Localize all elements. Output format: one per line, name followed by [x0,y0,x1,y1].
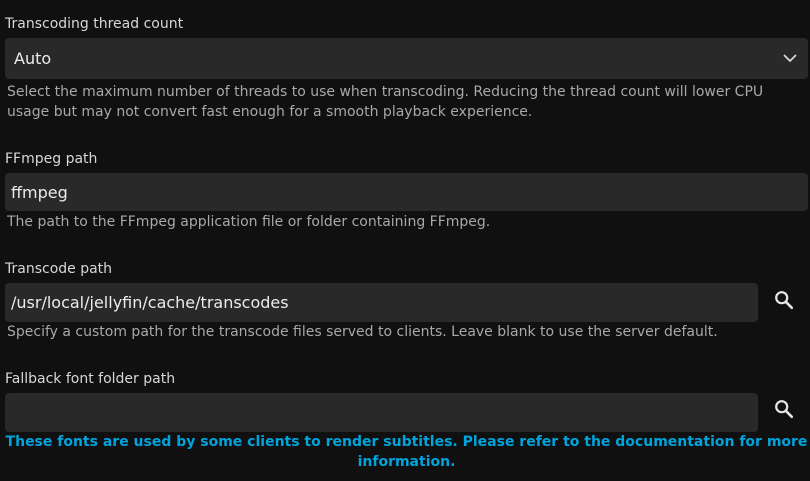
transcode-path-help: Specify a custom path for the transcode … [7,324,718,340]
thread-count-selected-value: Auto [14,49,52,68]
ffmpeg-path-help: The path to the FFmpeg application file … [7,214,491,230]
transcode-path-label: Transcode path [5,261,113,277]
fallback-font-path-input[interactable] [5,393,758,432]
fallback-font-path-label: Fallback font folder path [5,371,176,387]
search-icon [773,398,795,424]
transcode-path-browse-button[interactable] [768,286,800,318]
ffmpeg-path-label: FFmpeg path [5,151,98,167]
search-icon [773,289,795,315]
fallback-font-path-browse-button[interactable] [768,395,800,427]
thread-count-label: Transcoding thread count [5,16,184,32]
thread-count-select[interactable]: Auto [5,38,808,79]
thread-count-help: Select the maximum number of threads to … [7,84,764,120]
fallback-font-documentation-link[interactable]: These fonts are used by some clients to … [5,432,808,472]
chevron-down-icon [782,50,798,66]
ffmpeg-path-input[interactable] [5,173,808,211]
transcode-path-input[interactable] [5,283,758,322]
